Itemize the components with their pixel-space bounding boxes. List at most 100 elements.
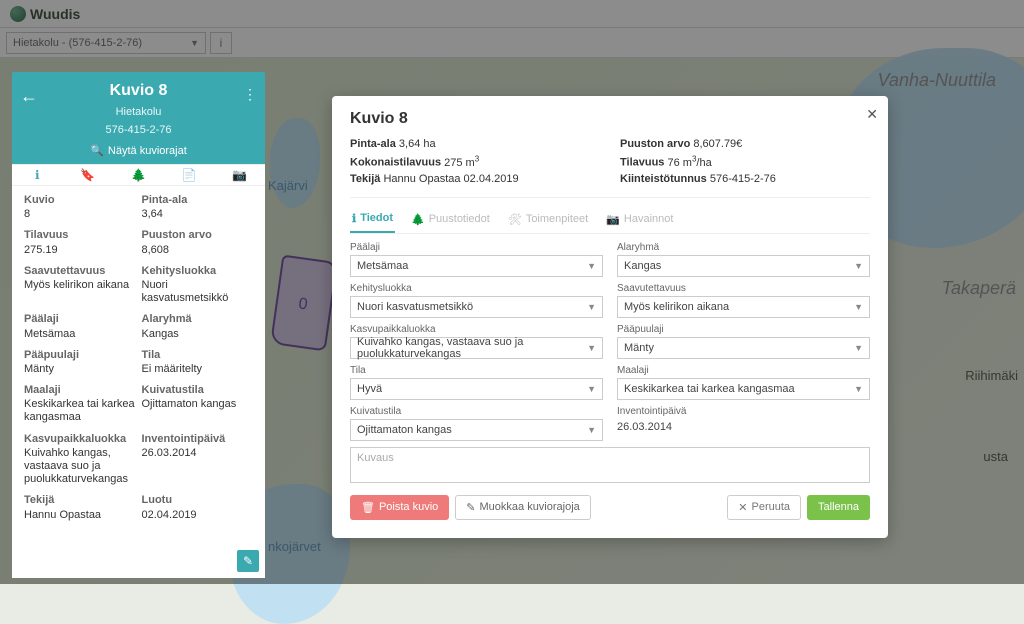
detail-value: 275.19 xyxy=(24,244,136,257)
detail-label: Luotu xyxy=(142,494,254,507)
modal-title: Kuvio 8 xyxy=(350,110,870,128)
field-label: Maalaji xyxy=(617,365,870,376)
chevron-down-icon: ▼ xyxy=(587,425,596,435)
maalaji-select[interactable]: Keskikarkea tai karkea kangasmaa▼ xyxy=(617,378,870,400)
chevron-down-icon: ▼ xyxy=(854,343,863,353)
show-borders-label: Näytä kuviorajat xyxy=(108,145,187,157)
chevron-down-icon: ▼ xyxy=(587,302,596,312)
show-borders-link[interactable]: 🔍 Näytä kuviorajat xyxy=(22,144,255,157)
tab-tree-icon[interactable]: 🌲 xyxy=(113,165,164,185)
field-label: Saavutettavuus xyxy=(617,283,870,294)
info-label: Tilavuus xyxy=(620,157,664,169)
detail-value: 8 xyxy=(24,208,136,221)
detail-label: Maalaji xyxy=(24,384,136,397)
info-value: 76 m3/ha xyxy=(668,157,712,169)
search-icon: 🔍 xyxy=(90,144,104,157)
edit-kuvio-modal: ✕ Kuvio 8 Pinta-ala 3,64 ha Puuston arvo… xyxy=(332,96,888,538)
detail-value: Kangas xyxy=(142,328,254,341)
info-value: 3,64 ha xyxy=(399,138,436,150)
tab-tiedot[interactable]: ℹTiedot xyxy=(350,208,395,233)
field-label: Kuivatustila xyxy=(350,406,603,417)
alaryhma-select[interactable]: Kangas▼ xyxy=(617,255,870,277)
detail-label: Tilavuus xyxy=(24,229,136,242)
detail-value: Nuori kasvatusmetsikkö xyxy=(142,279,254,305)
field-label: Pääpuulaji xyxy=(617,324,870,335)
detail-label: Kuivatustila xyxy=(142,384,254,397)
field-label: Tila xyxy=(350,365,603,376)
info-value: Hannu Opastaa 02.04.2019 xyxy=(383,173,518,185)
tab-toimenpiteet[interactable]: 🛠Toimenpiteet xyxy=(506,208,590,233)
kehitysluokka-select[interactable]: Nuori kasvatusmetsikkö▼ xyxy=(350,296,603,318)
modal-info-grid: Pinta-ala 3,64 ha Puuston arvo 8,607.79€… xyxy=(350,138,870,198)
delete-kuvio-button[interactable]: 🗑Poista kuvio xyxy=(350,495,449,520)
edit-icon: ✎ xyxy=(466,501,475,514)
save-button[interactable]: Tallenna xyxy=(807,495,870,520)
detail-value: Kuivahko kangas, vastaava suo ja puolukk… xyxy=(24,447,136,487)
trash-icon: 🗑 xyxy=(361,501,375,514)
chevron-down-icon: ▼ xyxy=(854,384,863,394)
camera-icon: 📷 xyxy=(606,213,620,226)
info-label: Kokonaistilavuus xyxy=(350,157,441,169)
tab-camera-icon[interactable]: 📷 xyxy=(214,165,265,185)
field-label: Alaryhmä xyxy=(617,242,870,253)
detail-value: Keskikarkea tai karkea kangasmaa xyxy=(24,398,136,424)
detail-value: 02.04.2019 xyxy=(142,509,254,522)
property-name: Hietakolu xyxy=(22,106,255,118)
field-label: Inventointipäivä xyxy=(617,406,870,417)
tab-tag-icon[interactable]: 🔖 xyxy=(63,165,114,185)
kebab-menu-icon[interactable]: ⋮ xyxy=(243,86,257,103)
back-arrow-icon[interactable]: ← xyxy=(20,86,38,107)
edit-button[interactable]: ✎ xyxy=(237,550,259,572)
field-label: Päälaji xyxy=(350,242,603,253)
detail-label: Kasvupaikkaluokka xyxy=(24,433,136,446)
paalaji-select[interactable]: Metsämaa▼ xyxy=(350,255,603,277)
info-value: 576-415-2-76 xyxy=(710,173,776,185)
kuivatustila-select[interactable]: Ojittamaton kangas▼ xyxy=(350,419,603,441)
info-label: Puuston arvo xyxy=(620,138,690,150)
kuvaus-textarea[interactable]: Kuvaus xyxy=(350,447,870,483)
detail-label: Pinta-ala xyxy=(142,194,254,207)
detail-label: Puuston arvo xyxy=(142,229,254,242)
tab-info-icon[interactable]: ℹ xyxy=(12,165,63,185)
info-label: Kiinteistötunnus xyxy=(620,173,707,185)
info-value: 8,607.79€ xyxy=(693,138,742,150)
kasvupaikkaluokka-select[interactable]: Kuivahko kangas, vastaava suo ja puolukk… xyxy=(350,337,603,359)
inventointi-date: 26.03.2014 xyxy=(617,419,870,433)
tab-havainnot[interactable]: 📷Havainnot xyxy=(604,208,675,233)
modal-tabs: ℹTiedot 🌲Puustotiedot 🛠Toimenpiteet 📷Hav… xyxy=(350,208,870,234)
chevron-down-icon: ▼ xyxy=(854,261,863,271)
detail-label: Tekijä xyxy=(24,494,136,507)
edit-borders-button[interactable]: ✎Muokkaa kuviorajoja xyxy=(455,495,591,520)
cancel-button[interactable]: ✕Peruuta xyxy=(727,495,801,520)
saavutettavuus-select[interactable]: Myös kelirikon aikana▼ xyxy=(617,296,870,318)
chevron-down-icon: ▼ xyxy=(587,343,596,353)
modal-footer: 🗑Poista kuvio ✎Muokkaa kuviorajoja ✕Peru… xyxy=(350,495,870,520)
info-icon: ℹ xyxy=(352,212,356,225)
detail-label: Alaryhmä xyxy=(142,313,254,326)
chevron-down-icon: ▼ xyxy=(587,384,596,394)
kuvio-title: Kuvio 8 xyxy=(22,82,255,100)
detail-value: 3,64 xyxy=(142,208,254,221)
detail-tabs-strip: ℹ 🔖 🌲 📄 📷 xyxy=(12,164,265,186)
detail-value: Myös kelirikon aikana xyxy=(24,279,136,292)
info-label: Tekijä xyxy=(350,173,380,185)
close-icon[interactable]: ✕ xyxy=(866,106,878,123)
detail-label: Kehitysluokka xyxy=(142,265,254,278)
detail-label: Inventointipäivä xyxy=(142,433,254,446)
paapuulaji-select[interactable]: Mänty▼ xyxy=(617,337,870,359)
kuvio-header-card: ← ⋮ Kuvio 8 Hietakolu 576-415-2-76 🔍 Näy… xyxy=(12,72,265,167)
tab-report-icon[interactable]: 📄 xyxy=(164,165,215,185)
detail-label: Saavutettavuus xyxy=(24,265,136,278)
detail-value: Ojittamaton kangas xyxy=(142,398,254,411)
detail-panel: Kuvio8 Pinta-ala3,64 Tilavuus275.19 Puus… xyxy=(12,186,265,578)
property-id: 576-415-2-76 xyxy=(22,124,255,136)
detail-value: Metsämaa xyxy=(24,328,136,341)
detail-value: Ei määritelty xyxy=(142,363,254,376)
tab-puustotiedot[interactable]: 🌲Puustotiedot xyxy=(409,208,492,233)
detail-value: 8,608 xyxy=(142,244,254,257)
field-label: Kehitysluokka xyxy=(350,283,603,294)
tila-select[interactable]: Hyvä▼ xyxy=(350,378,603,400)
detail-label: Tila xyxy=(142,349,254,362)
field-label: Kasvupaikkaluokka xyxy=(350,324,603,335)
info-label: Pinta-ala xyxy=(350,138,396,150)
